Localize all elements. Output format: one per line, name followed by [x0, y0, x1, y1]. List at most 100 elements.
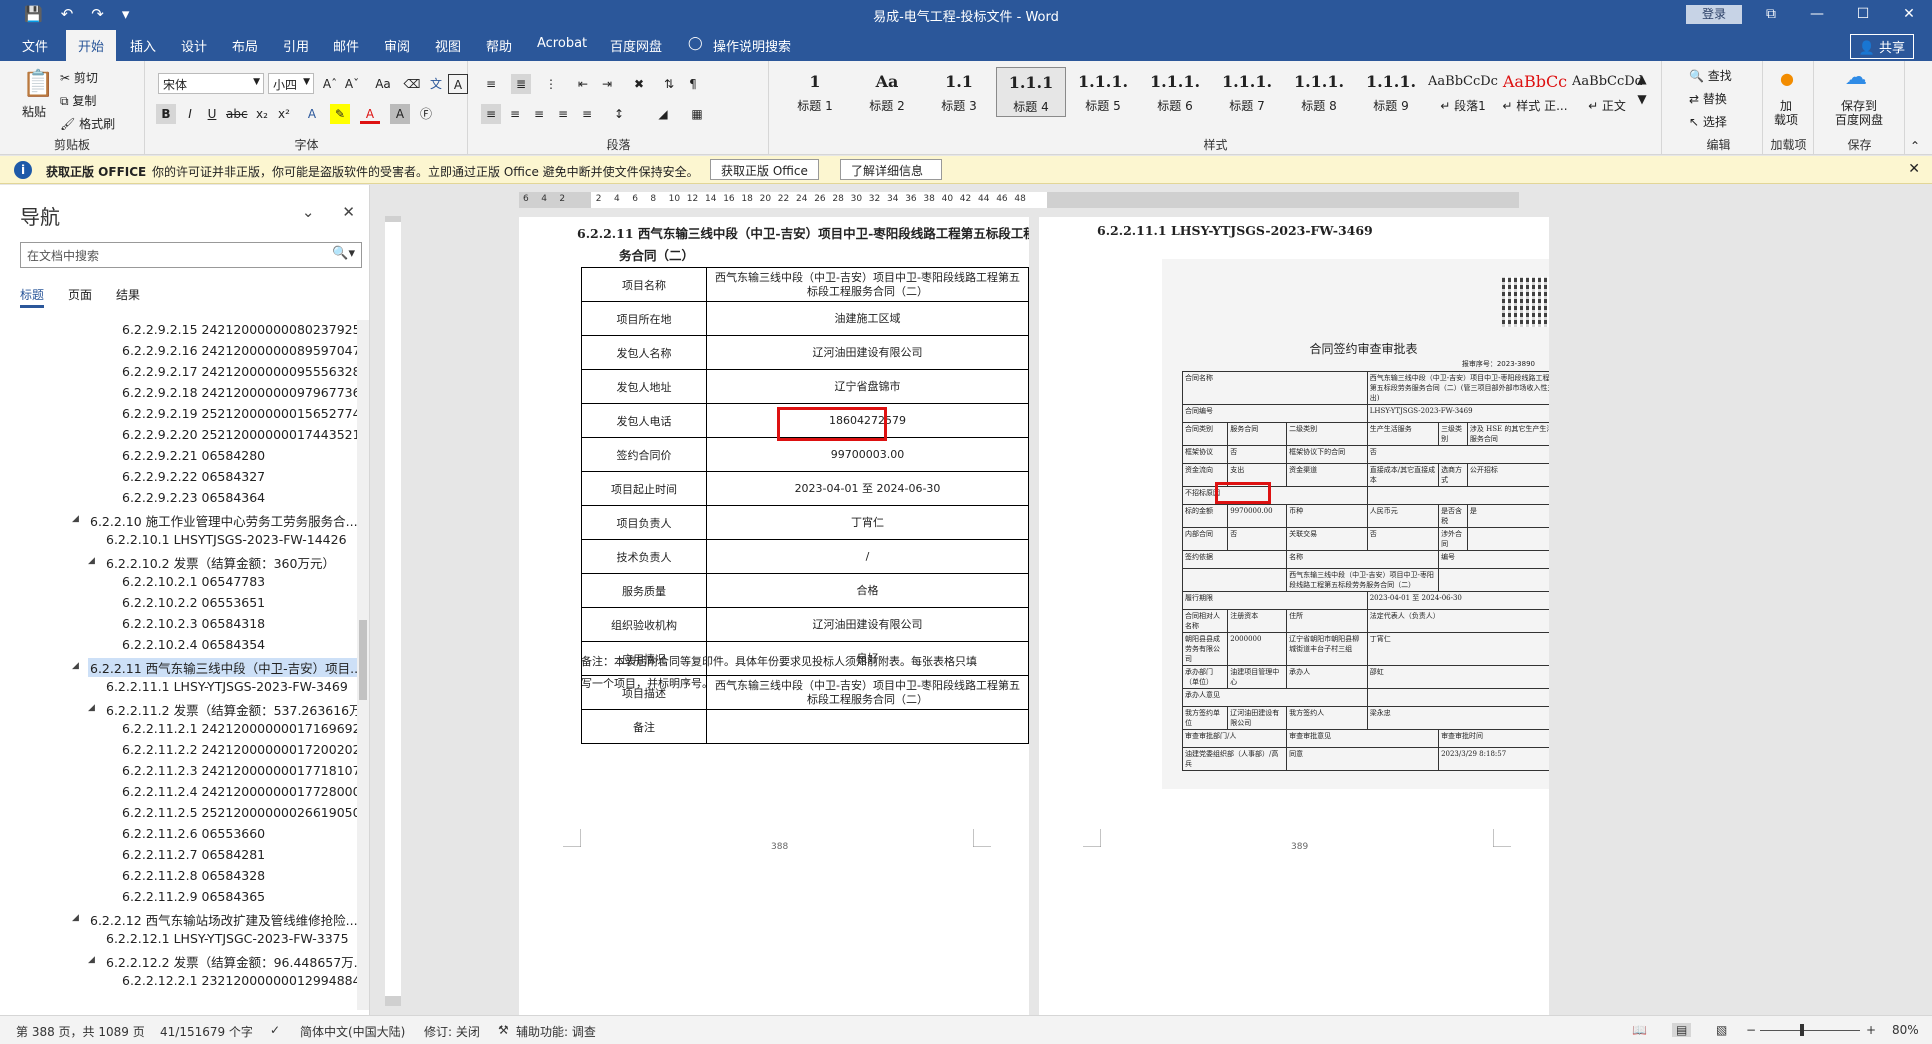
highlight-icon[interactable]: ✎ [330, 104, 350, 124]
nav-heading-item[interactable]: 6.2.2.11.2.2 24212000000017200202 [0, 740, 358, 761]
nav-heading-item[interactable]: 6.2.2.11.2.7 06584281 [0, 845, 358, 866]
minimize-icon[interactable]: — [1794, 0, 1840, 30]
chevron-down-icon[interactable]: ⌄ [302, 203, 315, 221]
cut-button[interactable]: ✂ 剪切 [60, 69, 98, 86]
row-key[interactable]: 发包人地址 [581, 369, 707, 404]
paste-icon[interactable]: 📋 [22, 69, 54, 99]
change-case-button[interactable]: Aa [368, 74, 398, 94]
word-count[interactable]: 41/151679 个字 [160, 1023, 253, 1040]
gallery-up-icon[interactable]: ▲ [1632, 69, 1652, 89]
text-effects-icon[interactable]: A [302, 104, 322, 124]
proofing-icon[interactable]: ✓ [270, 1023, 280, 1037]
tab-home[interactable]: 开始 [66, 30, 117, 61]
search-input[interactable]: 在文档中搜索 🔍▾ [20, 242, 362, 268]
style-item[interactable]: 1.1.1 标题 4 [996, 67, 1066, 117]
zoom-slider-thumb[interactable] [1800, 1024, 1804, 1036]
login-button[interactable]: 登录 [1686, 5, 1742, 24]
search-icon[interactable]: 🔍▾ [332, 246, 355, 261]
style-item[interactable]: 1.1.1. 标题 7 [1212, 67, 1282, 117]
row-key[interactable]: 服务质量 [581, 573, 707, 608]
row-key[interactable]: 项目名称 [581, 267, 707, 302]
char-shading-icon[interactable]: A [390, 104, 410, 124]
share-button[interactable]: 👤 共享 [1849, 34, 1914, 59]
nav-heading-item[interactable]: 6.2.2.10.2.1 06547783 [0, 572, 358, 593]
format-painter-button[interactable]: 🖌 格式刷 [60, 115, 115, 132]
tab-mailings[interactable]: 邮件 [333, 36, 359, 55]
close-icon[interactable]: ✕ [1908, 161, 1920, 177]
zoom-in-icon[interactable]: + [1866, 1023, 1876, 1037]
collapse-arrow-icon[interactable]: ◢ [88, 955, 95, 965]
close-icon[interactable]: ✕ [342, 203, 355, 221]
justify-icon[interactable]: ≡ [553, 104, 573, 124]
cloud-icon[interactable]: ☁ [1845, 65, 1867, 90]
tab-layout[interactable]: 布局 [232, 36, 258, 55]
row-value[interactable]: 合格 [705, 573, 1029, 608]
superscript-icon[interactable]: x² [274, 104, 294, 124]
scrollbar-thumb[interactable] [359, 620, 367, 700]
save-baidu-button[interactable]: 保存到 百度网盘 [1835, 99, 1883, 127]
row-key[interactable]: 备注 [581, 709, 707, 744]
nav-heading-item[interactable]: 6.2.2.9.2.22 06584327 [0, 467, 358, 488]
tab-help[interactable]: 帮助 [486, 36, 512, 55]
zoom-slider[interactable] [1760, 1030, 1860, 1031]
shrink-font-icon[interactable]: Aˇ [342, 74, 362, 94]
underline-icon[interactable]: U [202, 104, 222, 124]
track-changes[interactable]: 修订: 关闭 [424, 1023, 480, 1040]
decrease-indent-icon[interactable]: ⇤ [573, 74, 593, 94]
paste-button[interactable]: 粘贴 [22, 103, 46, 120]
horizontal-ruler[interactable]: 6 4 2 2 4 6 8 10 12 14 16 18 20 22 24 26 28 30 32 34 36 38 40 4… [519, 192, 1519, 208]
style-item[interactable]: AaBbCcDc ↵ 段落1 [1428, 67, 1498, 117]
row-key[interactable]: 组织验收机构 [581, 607, 707, 642]
nav-heading-item[interactable]: 6.2.2.11.2.3 24212000000017718107 [0, 761, 358, 782]
tab-insert[interactable]: 插入 [130, 36, 156, 55]
nav-heading-item[interactable]: 6.2.2.10.2.3 06584318 [0, 614, 358, 635]
collapse-arrow-icon[interactable]: ◢ [88, 703, 95, 713]
grow-font-icon[interactable]: Aˆ [320, 74, 340, 94]
page-389[interactable]: 6.2.2.11.1 LHSY-YTJSGS-2023-FW-3469 合同签约… [1039, 217, 1549, 1015]
italic-icon[interactable]: I [180, 104, 200, 124]
nav-heading-item[interactable]: 6.2.2.11.2.9 06584365 [0, 887, 358, 908]
page-count[interactable]: 第 388 页，共 1089 页 [16, 1023, 145, 1040]
nav-heading-item[interactable]: ◢ 6.2.2.10.2 发票（结算金额：360万元） [0, 551, 358, 572]
line-spacing-icon[interactable]: ↕ [609, 104, 629, 124]
print-layout-icon[interactable]: ▤ [1672, 1023, 1692, 1037]
nav-heading-item[interactable]: ◢ 6.2.2.11 西气东输三线中段（中卫-吉安）项目... [0, 656, 358, 677]
addins-button[interactable]: 加 载项 [1774, 99, 1798, 127]
enclose-char-icon[interactable]: Ⓕ [416, 104, 436, 124]
row-value[interactable] [705, 709, 1029, 744]
nav-heading-item[interactable]: 6.2.2.12.2.1 23212000000012994884 [0, 971, 358, 992]
subscript-icon[interactable]: x₂ [252, 104, 272, 124]
style-item[interactable]: 1.1.1. 标题 8 [1284, 67, 1354, 117]
collapse-ribbon-icon[interactable]: ⌃ [1910, 139, 1920, 153]
nav-heading-item[interactable]: 6.2.2.9.2.19 25212000000015652774 [0, 404, 358, 425]
style-item[interactable]: 1.1.1. 标题 6 [1140, 67, 1210, 117]
row-key[interactable]: 项目所在地 [581, 301, 707, 336]
font-size-select[interactable]: 小四 ▼ [268, 73, 314, 94]
numbering-icon[interactable]: ≣ [511, 74, 531, 94]
get-genuine-button[interactable]: 获取正版 Office [710, 159, 819, 180]
row-value[interactable]: 油建施工区域 [705, 301, 1029, 336]
strikethrough-icon[interactable]: abc [226, 104, 248, 124]
page-388[interactable]: 6.2.2.11 西气东输三线中段（中卫-吉安）项目中卫-枣阳段线路工程第五标段… [519, 217, 1029, 1015]
chinese-layout-icon[interactable]: ✖ [629, 74, 649, 94]
style-item[interactable]: 1.1 标题 3 [924, 67, 994, 117]
style-item[interactable]: 1 标题 1 [780, 67, 850, 117]
nav-heading-item[interactable]: 6.2.2.10.1 LHSYTJSGS-2023-FW-14426 [0, 530, 358, 551]
char-border-icon[interactable]: A [448, 74, 468, 94]
nav-scrollbar[interactable] [357, 320, 369, 1010]
distributed-icon[interactable]: ≡ [577, 104, 597, 124]
row-value[interactable]: 西气东输三线中段（中卫-吉安）项目中卫-枣阳段线路工程第五标段工程服务合同（二） [705, 267, 1029, 302]
show-marks-icon[interactable]: ¶ [683, 74, 703, 94]
nav-heading-item[interactable]: ◢ 6.2.2.10 施工作业管理中心劳务工劳务服务合... [0, 509, 358, 530]
replace-button[interactable]: ⇄ 替换 [1689, 90, 1727, 107]
learn-more-button[interactable]: 了解详细信息 [840, 159, 942, 180]
nav-heading-item[interactable]: ◢ 6.2.2.12 西气东输站场改扩建及管线维修抢险... [0, 908, 358, 929]
tab-file[interactable]: 文件 [22, 36, 48, 55]
ribbon-display-icon[interactable]: ⧉ [1748, 0, 1794, 30]
style-item[interactable]: AaBbCc ↵ 样式 正... [1500, 67, 1570, 117]
nav-heading-item[interactable]: 6.2.2.9.2.23 06584364 [0, 488, 358, 509]
copy-button[interactable]: ⧉ 复制 [60, 92, 96, 109]
bold-icon[interactable]: B [156, 104, 176, 124]
font-color-icon[interactable]: A [360, 104, 380, 124]
web-layout-icon[interactable]: ▧ [1716, 1023, 1727, 1037]
